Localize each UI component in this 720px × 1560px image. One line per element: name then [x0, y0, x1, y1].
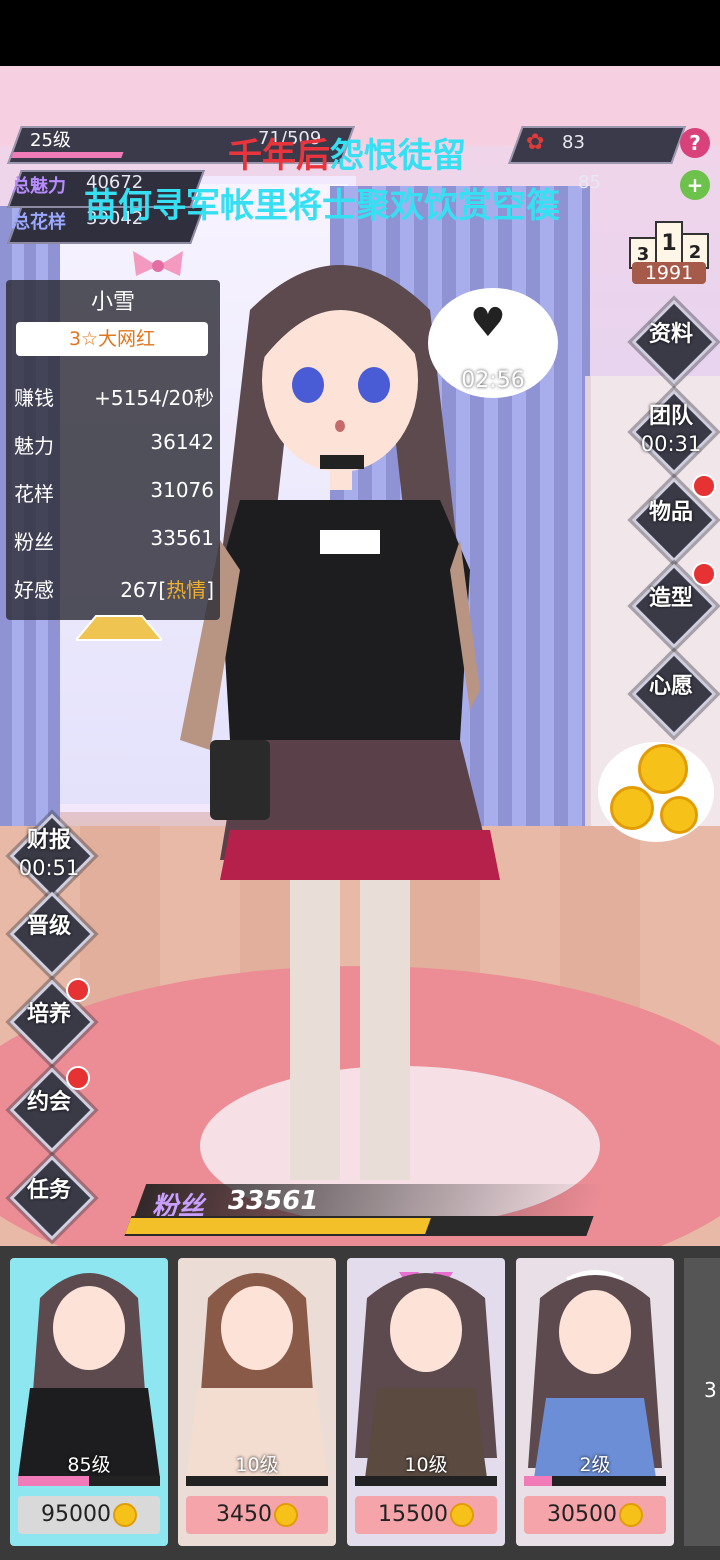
- stat-label: 赚钱: [14, 386, 54, 410]
- stat-label: 魅力: [14, 434, 54, 458]
- upgrade-price-button[interactable]: 3450: [186, 1496, 328, 1534]
- rose-icon: ✿: [526, 130, 545, 155]
- price-value: 30500: [547, 1502, 617, 1527]
- report-timer: 00:51: [18, 856, 80, 880]
- fans-banner: [133, 1184, 607, 1218]
- style-label: 造型: [648, 586, 693, 611]
- next-card-hint: 3: [704, 1378, 717, 1402]
- train-label: 培养: [26, 1002, 71, 1027]
- stat-row-favor: 好感 267[热情]: [14, 574, 214, 604]
- card-xp-bar: [18, 1476, 160, 1486]
- info-label: 资料: [648, 322, 693, 347]
- date-label: 约会: [26, 1090, 71, 1115]
- character-title: 3☆大网红: [16, 322, 208, 356]
- rank-value: 1991: [632, 262, 706, 284]
- promote-button[interactable]: 晋级: [9, 891, 95, 977]
- total-style-label: 总花样: [12, 212, 66, 233]
- podium-second: 2: [689, 242, 702, 263]
- style-alert-dot: [692, 562, 716, 586]
- wish-button[interactable]: 心愿: [631, 651, 717, 737]
- team-label: 团队: [648, 404, 693, 429]
- upgrade-price-button[interactable]: 95000: [18, 1496, 160, 1534]
- favor-bracket-close: ]: [206, 578, 214, 602]
- character-portrait: [18, 1273, 160, 1478]
- coin-icon: [274, 1503, 298, 1527]
- stat-value: 33561: [150, 526, 214, 550]
- rose-count: 83: [562, 132, 585, 153]
- card-xp-bar: [355, 1476, 497, 1486]
- wish-label: 心愿: [648, 674, 693, 699]
- heart-hand-icon: ♥: [470, 300, 506, 346]
- task-label: 任务: [26, 1178, 71, 1203]
- fans-progress-fill: [125, 1218, 431, 1234]
- stat-label: 粉丝: [14, 530, 54, 554]
- character-card[interactable]: 10级 3450: [178, 1258, 336, 1546]
- coin-icon: [660, 796, 698, 834]
- train-alert-dot: [66, 978, 90, 1002]
- total-charm-label: 总魅力: [12, 176, 66, 197]
- price-value: 3450: [216, 1502, 272, 1527]
- stat-row-fans: 粉丝 33561: [14, 526, 214, 556]
- stat-label: 花样: [14, 482, 54, 506]
- collapse-panel-icon[interactable]: [76, 612, 162, 642]
- items-label: 物品: [648, 500, 693, 525]
- gem-count: 85: [578, 172, 601, 193]
- team-button[interactable]: 团队 00:31: [631, 389, 717, 475]
- favor-value: 267[热情]: [120, 574, 214, 603]
- overlay-text-red: 千年后: [228, 136, 330, 176]
- card-level: 2级: [579, 1454, 611, 1476]
- report-button[interactable]: 财报 00:51: [9, 813, 95, 899]
- card-level: 10级: [235, 1454, 279, 1476]
- help-button[interactable]: ?: [680, 128, 710, 158]
- price-value: 95000: [41, 1502, 111, 1527]
- overlay-text-line2: 苗何寻军帐里将士聚欢饮赏空篌: [84, 186, 560, 226]
- fans-value: 33561: [228, 1186, 319, 1216]
- character-card[interactable]: 85级 95000: [10, 1258, 168, 1546]
- podium-first: 1: [661, 231, 676, 256]
- task-button[interactable]: 任务: [9, 1155, 95, 1241]
- stat-value: +5154/20秒: [94, 386, 214, 410]
- upgrade-price-button[interactable]: 30500: [524, 1496, 666, 1534]
- level-label: 25级: [30, 130, 71, 151]
- items-alert-dot: [692, 474, 716, 498]
- stat-value: 31076: [150, 478, 214, 502]
- character-portrait: [355, 1272, 497, 1478]
- coin-icon: [638, 744, 688, 794]
- add-gem-button[interactable]: +: [680, 170, 710, 200]
- character-card[interactable]: 2级 30500: [516, 1258, 674, 1546]
- promote-label: 晋级: [26, 914, 71, 939]
- favor-state: 热情: [166, 578, 207, 602]
- bubble-timer: 02:56: [461, 368, 525, 393]
- card-xp-bar: [186, 1476, 328, 1486]
- date-alert-dot: [66, 1066, 90, 1090]
- card-level: 10级: [404, 1454, 448, 1476]
- report-label: 财报: [26, 828, 71, 853]
- stat-row-earn: 赚钱 +5154/20秒: [14, 382, 214, 412]
- next-character-card[interactable]: 3: [684, 1258, 720, 1546]
- character-portrait: [528, 1270, 662, 1478]
- coin-icon: [610, 786, 654, 830]
- overlay-text-cyan: 怨恨徒留: [330, 136, 466, 176]
- character-name: 小雪: [90, 290, 135, 315]
- info-button[interactable]: 资料: [631, 299, 717, 385]
- character-portrait: [186, 1273, 328, 1478]
- coin-icon: [450, 1503, 474, 1527]
- price-value: 15500: [378, 1502, 448, 1527]
- favor-number: 267: [120, 578, 159, 602]
- coin-icon: [113, 1503, 137, 1527]
- card-level: 85级: [67, 1454, 111, 1476]
- stat-label: 好感: [14, 578, 54, 602]
- stat-row-charm: 魅力 36142: [14, 430, 214, 460]
- character-card[interactable]: 10级 15500: [347, 1258, 505, 1546]
- card-xp-bar: [524, 1476, 666, 1486]
- stat-row-style: 花样 31076: [14, 478, 214, 508]
- upgrade-price-button[interactable]: 15500: [355, 1496, 497, 1534]
- team-timer: 00:31: [640, 432, 702, 456]
- coin-icon: [619, 1503, 643, 1527]
- stat-value: 36142: [150, 430, 214, 454]
